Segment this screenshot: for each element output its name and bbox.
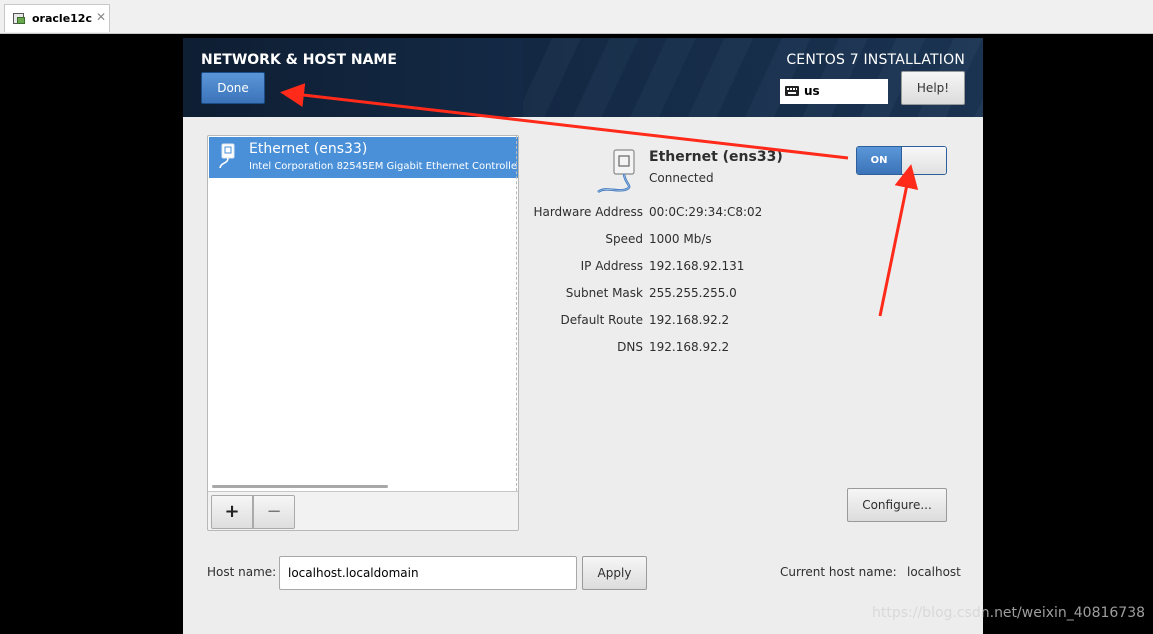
product-title: CENTOS 7 INSTALLATION bbox=[786, 52, 965, 68]
property-row-default-route: Default Route 192.168.92.2 bbox=[483, 313, 923, 329]
device-item-description: Intel Corporation 82545EM Gigabit Ethern… bbox=[249, 161, 518, 172]
property-value: 192.168.92.131 bbox=[649, 259, 745, 273]
device-status: Connected bbox=[649, 171, 714, 185]
property-row-dns: DNS 192.168.92.2 bbox=[483, 340, 923, 356]
vm-tab-oracle12c[interactable]: oracle12c ✕ bbox=[4, 4, 110, 32]
property-value: 192.168.92.2 bbox=[649, 313, 730, 327]
remove-device-button[interactable]: − bbox=[253, 495, 295, 529]
property-label: IP Address bbox=[580, 259, 643, 273]
keyboard-layout-indicator[interactable]: us bbox=[780, 79, 888, 104]
keyboard-icon bbox=[785, 86, 799, 96]
property-row-subnet-mask: Subnet Mask 255.255.255.0 bbox=[483, 286, 923, 302]
hostname-label: Host name: bbox=[207, 565, 277, 579]
current-hostname-label: Current host name: bbox=[780, 565, 897, 579]
watermark-text: https://blog.csdn.net/weixin_40816738 bbox=[872, 605, 1146, 621]
installer-header: NETWORK & HOST NAME Done CENTOS 7 INSTAL… bbox=[183, 38, 983, 117]
close-icon[interactable]: ✕ bbox=[96, 10, 106, 24]
page-title: NETWORK & HOST NAME bbox=[201, 52, 397, 68]
device-name: Ethernet (ens33) bbox=[649, 149, 783, 165]
property-label: DNS bbox=[617, 340, 643, 354]
device-item-name: Ethernet (ens33) bbox=[249, 141, 368, 157]
property-value: 255.255.255.0 bbox=[649, 286, 737, 300]
configure-button[interactable]: Configure... bbox=[847, 488, 947, 522]
add-device-button[interactable]: + bbox=[211, 495, 253, 529]
installer-window: NETWORK & HOST NAME Done CENTOS 7 INSTAL… bbox=[183, 38, 983, 634]
hostname-input[interactable] bbox=[279, 556, 577, 590]
ethernet-cable-icon bbox=[597, 149, 635, 194]
list-item-ethernet-ens33[interactable]: Ethernet (ens33) Intel Corporation 82545… bbox=[209, 137, 518, 178]
current-hostname-value: localhost bbox=[907, 565, 961, 579]
property-value: 00:0C:29:34:C8:02 bbox=[649, 205, 763, 219]
network-device-list: Ethernet (ens33) Intel Corporation 82545… bbox=[207, 135, 519, 531]
vm-icon bbox=[13, 13, 25, 24]
keyboard-layout-label: us bbox=[804, 84, 820, 98]
ethernet-icon bbox=[219, 143, 235, 169]
toggle-knob bbox=[901, 147, 946, 174]
done-button[interactable]: Done bbox=[201, 72, 265, 104]
property-label: Hardware Address bbox=[533, 205, 643, 219]
device-list-area: Ethernet (ens33) Intel Corporation 82545… bbox=[208, 136, 518, 492]
property-value: 1000 Mb/s bbox=[649, 232, 712, 246]
property-label: Speed bbox=[605, 232, 643, 246]
property-value: 192.168.92.2 bbox=[649, 340, 730, 354]
property-row-ip-address: IP Address 192.168.92.131 bbox=[483, 259, 923, 275]
vm-tab-label: oracle12c bbox=[32, 12, 92, 25]
apply-button[interactable]: Apply bbox=[582, 556, 647, 590]
property-label: Subnet Mask bbox=[565, 286, 643, 300]
property-row-hardware-address: Hardware Address 00:0C:29:34:C8:02 bbox=[483, 205, 923, 221]
property-row-speed: Speed 1000 Mb/s bbox=[483, 232, 923, 248]
device-on-off-toggle[interactable]: ON bbox=[856, 146, 947, 175]
toggle-on-label: ON bbox=[857, 147, 901, 174]
help-button[interactable]: Help! bbox=[901, 71, 965, 105]
vm-tab-bar: oracle12c ✕ bbox=[0, 0, 1153, 34]
list-scrollbar[interactable] bbox=[212, 485, 388, 488]
property-label: Default Route bbox=[560, 313, 644, 327]
